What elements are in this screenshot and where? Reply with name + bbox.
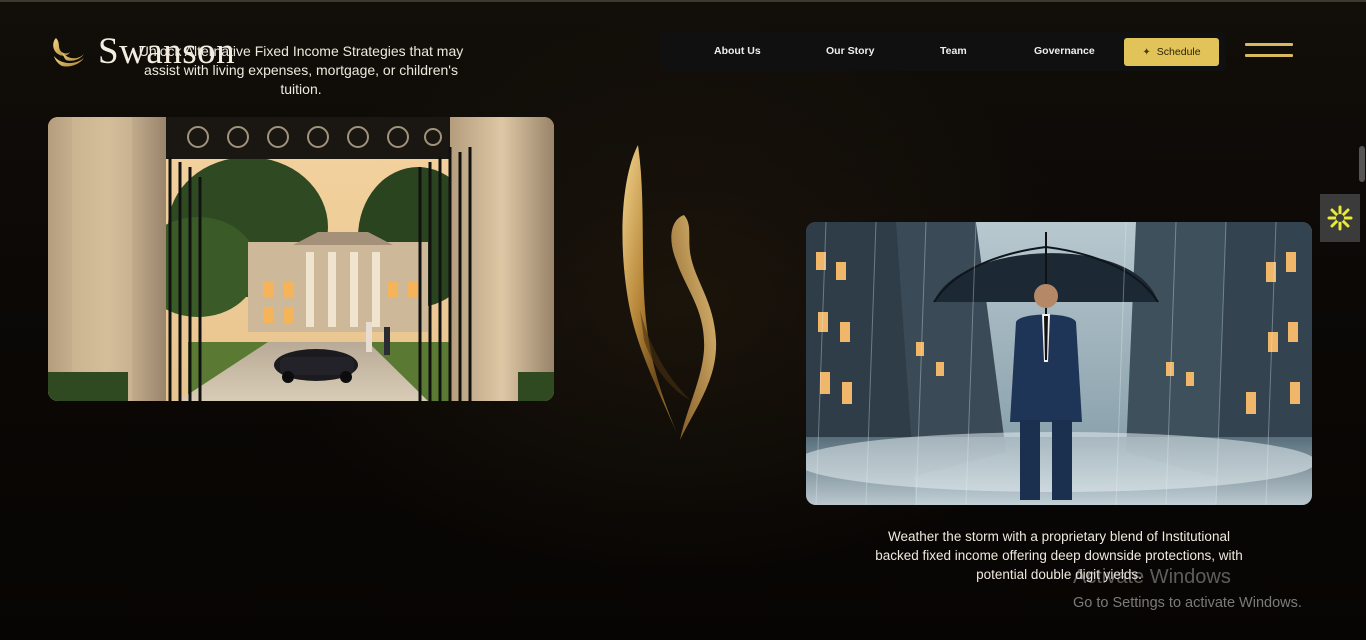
schedule-button[interactable]: ✦ Schedule bbox=[1124, 38, 1219, 66]
nav-team[interactable]: Team bbox=[940, 45, 967, 57]
hero-tagline: Unlock Alternative Fixed Income Strategi… bbox=[138, 43, 464, 97]
main-nav: About Us Our Story Team Governance ✦ Sch… bbox=[660, 32, 1226, 71]
activate-windows-watermark: Activate Windows Go to Settings to activ… bbox=[1073, 566, 1302, 611]
sparkle-icon: ✦ bbox=[1142, 46, 1151, 58]
nav-our-story[interactable]: Our Story bbox=[826, 45, 874, 57]
hamburger-menu-icon[interactable] bbox=[1245, 43, 1293, 59]
schedule-label: Schedule bbox=[1156, 46, 1201, 58]
page: Swanson Unlock Alternative Fixed Income … bbox=[0, 0, 1366, 640]
top-border bbox=[0, 0, 1366, 2]
nav-governance[interactable]: Governance bbox=[1034, 45, 1095, 57]
watermark-subtitle: Go to Settings to activate Windows. bbox=[1073, 595, 1302, 611]
accessibility-sparkle-icon bbox=[1327, 205, 1353, 231]
gold-swan-sculpture bbox=[622, 145, 717, 440]
businessman-umbrella-storm-photo bbox=[806, 222, 1312, 505]
swan-logo-icon bbox=[53, 38, 84, 67]
accessibility-widget-button[interactable] bbox=[1320, 194, 1360, 242]
watermark-title: Activate Windows bbox=[1073, 566, 1231, 588]
brand-logo[interactable]: Swanson bbox=[48, 30, 235, 74]
scrollbar-thumb[interactable] bbox=[1359, 146, 1365, 182]
mansion-gate-photo bbox=[48, 117, 554, 401]
nav-about-us[interactable]: About Us bbox=[714, 45, 761, 57]
